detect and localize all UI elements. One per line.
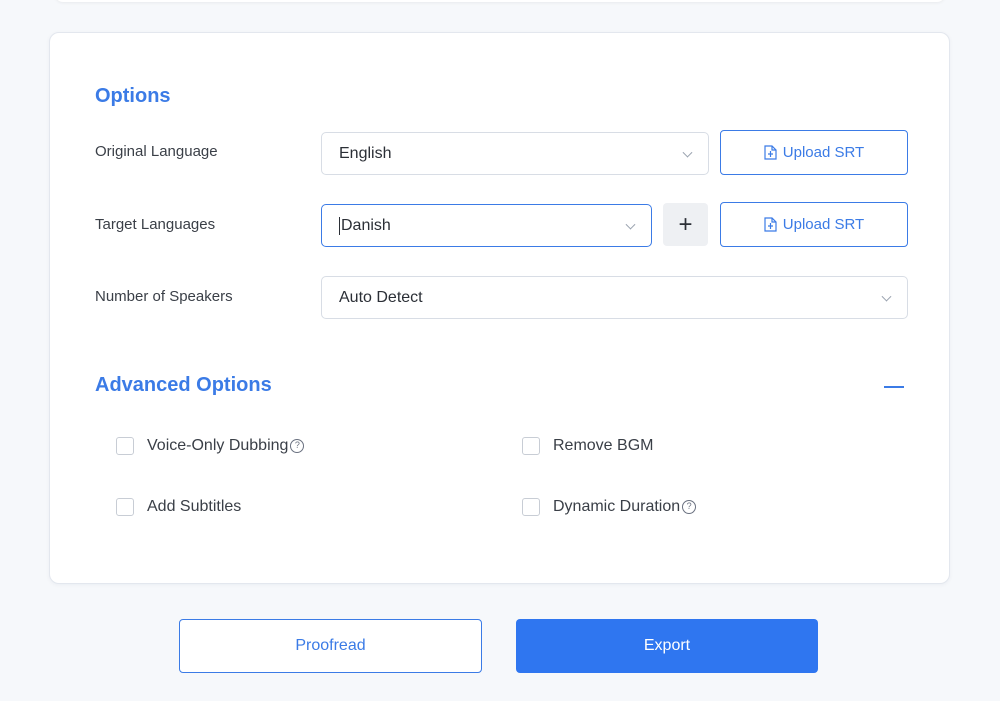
dynamic-duration-label: Dynamic Duration	[553, 498, 681, 515]
voice-only-dubbing-checkbox[interactable]	[116, 437, 134, 455]
target-languages-label: Target Languages	[95, 216, 216, 233]
help-icon[interactable]: ?	[290, 438, 305, 453]
add-subtitles-label: Add Subtitles	[147, 498, 242, 515]
options-title: Options	[95, 85, 171, 107]
upload-srt-label: Upload SRT	[782, 144, 865, 161]
speakers-label: Number of Speakers	[95, 288, 233, 305]
dynamic-duration-option[interactable]: Dynamic Duration?	[522, 498, 697, 516]
target-language-select[interactable]: Danish	[321, 204, 652, 247]
help-icon[interactable]: ?	[682, 499, 697, 514]
original-language-label: Original Language	[95, 143, 218, 160]
file-upload-icon	[764, 145, 777, 160]
voice-only-dubbing-label: Voice-Only Dubbing	[147, 437, 289, 454]
plus-icon: +	[678, 210, 693, 238]
previous-card-edge	[55, 0, 945, 2]
options-card: Options Original Language English Upload…	[49, 32, 950, 584]
remove-bgm-checkbox[interactable]	[522, 437, 540, 455]
speakers-value: Auto Detect	[339, 288, 423, 306]
upload-srt-original-button[interactable]: Upload SRT	[720, 130, 908, 175]
target-language-value: Danish	[341, 216, 391, 234]
export-button[interactable]: Export	[516, 619, 818, 673]
proofread-button[interactable]: Proofread	[179, 619, 482, 673]
text-cursor	[339, 216, 340, 235]
chevron-down-icon	[881, 291, 892, 302]
original-language-value: English	[339, 144, 392, 162]
add-subtitles-option[interactable]: Add Subtitles	[116, 498, 241, 516]
advanced-options-title: Advanced Options	[95, 374, 272, 396]
speakers-select[interactable]: Auto Detect	[321, 276, 908, 319]
add-target-language-button[interactable]: +	[663, 203, 708, 246]
original-language-select[interactable]: English	[321, 132, 709, 175]
remove-bgm-label: Remove BGM	[553, 437, 654, 454]
voice-only-dubbing-option[interactable]: Voice-Only Dubbing?	[116, 437, 305, 455]
chevron-down-icon	[625, 219, 636, 230]
dynamic-duration-checkbox[interactable]	[522, 498, 540, 516]
remove-bgm-option[interactable]: Remove BGM	[522, 437, 653, 455]
upload-srt-label: Upload SRT	[782, 216, 865, 233]
upload-srt-target-button[interactable]: Upload SRT	[720, 202, 908, 247]
add-subtitles-checkbox[interactable]	[116, 498, 134, 516]
file-upload-icon	[764, 217, 777, 232]
chevron-down-icon	[682, 147, 693, 158]
collapse-icon[interactable]	[884, 386, 904, 388]
